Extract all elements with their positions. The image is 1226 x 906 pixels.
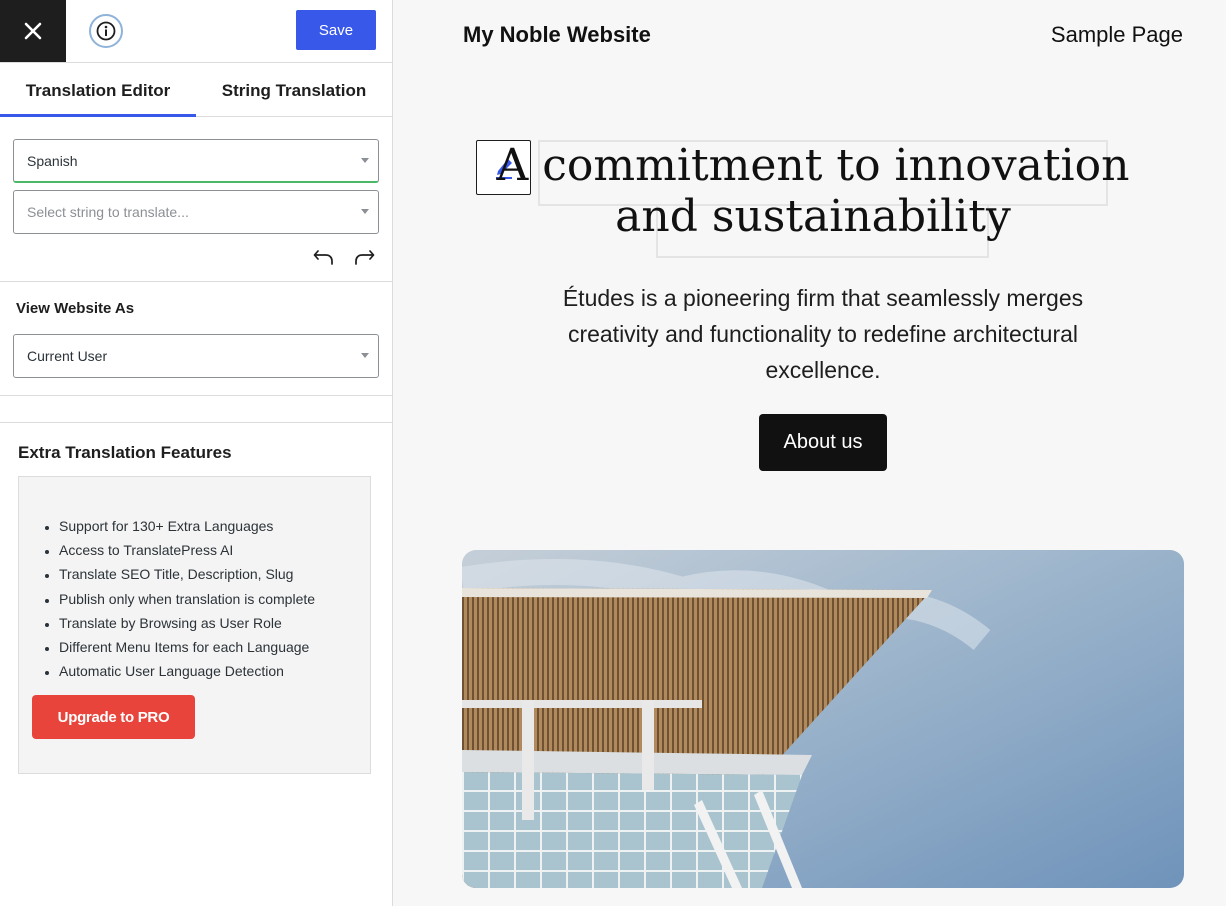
upgrade-button[interactable]: Upgrade to PRO xyxy=(32,695,195,739)
extra-features-box: Support for 130+ Extra Languages Access … xyxy=(18,476,371,774)
list-item: Access to TranslatePress AI xyxy=(59,538,315,562)
list-item: Automatic User Language Detection xyxy=(59,659,315,683)
save-button[interactable]: Save xyxy=(296,10,376,50)
list-item: Different Menu Items for each Language xyxy=(59,635,315,659)
building-photo xyxy=(462,550,1184,888)
tab-translation-editor[interactable]: Translation Editor xyxy=(0,63,196,117)
divider xyxy=(0,395,392,396)
list-item: Support for 130+ Extra Languages xyxy=(59,514,315,538)
list-item: Publish only when translation is complet… xyxy=(59,587,315,611)
website-preview: My Noble Website Sample Page A commitmen… xyxy=(393,0,1226,906)
divider xyxy=(0,281,392,282)
language-select[interactable]: Spanish xyxy=(13,139,379,183)
feature-list: Support for 130+ Extra Languages Access … xyxy=(59,514,315,683)
nav-sample-page[interactable]: Sample Page xyxy=(1051,22,1183,48)
tab-string-translation[interactable]: String Translation xyxy=(196,63,392,116)
divider xyxy=(0,422,392,423)
view-as-select[interactable]: Current User xyxy=(13,334,379,378)
sidebar-topbar: Save xyxy=(0,0,392,63)
close-button[interactable] xyxy=(0,0,66,62)
close-icon xyxy=(24,22,42,40)
caret-down-icon xyxy=(361,158,369,163)
list-item: Translate SEO Title, Description, Slug xyxy=(59,562,315,586)
redo-icon[interactable] xyxy=(353,248,375,268)
site-title[interactable]: My Noble Website xyxy=(463,22,651,48)
heading-line-1: A commitment to innovation xyxy=(496,140,1130,191)
translation-sidebar: Save Translation Editor String Translati… xyxy=(0,0,393,906)
translation-editor-app: Save Translation Editor String Translati… xyxy=(0,0,1226,906)
extra-features-title: Extra Translation Features xyxy=(18,443,232,462)
view-as-select-value: Current User xyxy=(27,348,108,364)
info-button[interactable] xyxy=(89,14,123,48)
info-icon xyxy=(96,21,116,41)
string-select[interactable]: Select string to translate... xyxy=(13,190,379,234)
lead-paragraph[interactable]: Études is a pioneering firm that seamles… xyxy=(523,280,1123,388)
heading-line-2: and sustainability xyxy=(615,191,1011,242)
caret-down-icon xyxy=(361,209,369,214)
page-heading[interactable]: A commitment to innovation and sustainab… xyxy=(493,140,1133,242)
language-select-value: Spanish xyxy=(27,153,78,169)
string-select-placeholder: Select string to translate... xyxy=(27,204,189,220)
list-item: Translate by Browsing as User Role xyxy=(59,611,315,635)
caret-down-icon xyxy=(361,353,369,358)
view-as-title: View Website As xyxy=(16,300,135,317)
undo-icon[interactable] xyxy=(313,248,335,268)
editor-tabs: Translation Editor String Translation xyxy=(0,63,392,117)
hero-building-image xyxy=(462,550,1184,888)
about-us-button[interactable]: About us xyxy=(759,414,887,471)
